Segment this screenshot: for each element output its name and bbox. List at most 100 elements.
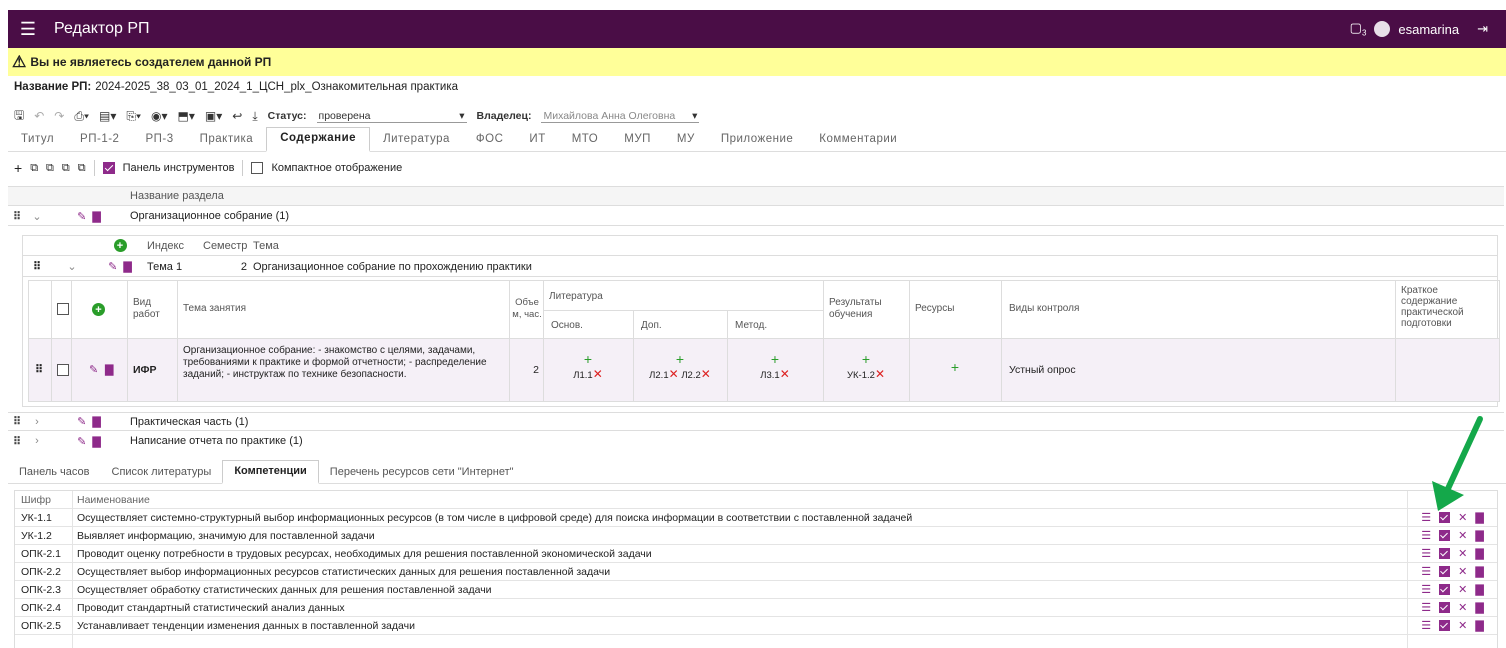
logout-icon[interactable]: ⇥ (1477, 21, 1488, 37)
export-icon[interactable]: ⬒▾ (178, 109, 195, 123)
documents-icon[interactable]: ▢3 (1350, 20, 1367, 38)
checkbox-icon[interactable] (1439, 566, 1451, 577)
chevron-down-icon[interactable]: ⌄ (26, 210, 48, 223)
checklist-icon[interactable]: ☰ (1421, 601, 1431, 614)
add-resource-icon[interactable]: + (909, 359, 1001, 375)
trash-icon[interactable]: ▇ (92, 415, 100, 428)
copy-icon[interactable]: ⧉ (46, 162, 54, 175)
copy-icon[interactable]: ⧉ (30, 162, 38, 175)
tab-comments[interactable]: Комментарии (806, 133, 910, 151)
close-icon[interactable]: ✕ (1458, 547, 1467, 560)
checklist-icon[interactable]: ☰ (1421, 583, 1431, 596)
lesson-row[interactable]: ⠿ ✎ ▇ ИФР Организационное собрание: - зн… (29, 339, 1499, 401)
add-topic-icon[interactable]: + (113, 239, 127, 252)
tab-mu[interactable]: МУ (664, 133, 708, 151)
user-name[interactable]: esamarina (1398, 22, 1459, 37)
trash-icon[interactable]: ▇ (92, 435, 100, 448)
download-icon[interactable]: ⤓ (252, 109, 257, 124)
pdf-icon[interactable]: ⎘▾ (126, 109, 141, 124)
print-icon[interactable]: ⎙▾ (74, 109, 89, 124)
edit-icon[interactable]: ✎ (108, 260, 117, 273)
menu-icon[interactable]: ☰ (8, 19, 48, 40)
tab-hours-panel[interactable]: Панель часов (8, 466, 101, 483)
tab-content[interactable]: Содержание (266, 127, 371, 152)
tab-title[interactable]: Титул (8, 133, 67, 151)
trash-icon[interactable]: ▇ (105, 363, 113, 376)
tab-literature-list[interactable]: Список литературы (101, 466, 223, 483)
tab-rp-3[interactable]: РП-3 (132, 133, 186, 151)
section-row[interactable]: ⠿ ⌄ ✎ ▇ Организационное собрание (1) (8, 207, 1504, 226)
table-row[interactable]: ОПК-2.1 Проводит оценку потребности в тр… (15, 545, 1497, 563)
edit-icon[interactable]: ✎ (77, 415, 86, 428)
edit-icon[interactable]: ✎ (77, 435, 86, 448)
drag-handle-icon[interactable]: ⠿ (8, 415, 26, 428)
tab-mup[interactable]: МУП (611, 133, 664, 151)
close-icon[interactable]: ✕ (1458, 601, 1467, 614)
copy-icon[interactable]: ⧉ (78, 162, 86, 175)
close-icon[interactable]: ✕ (1458, 619, 1467, 632)
table-row[interactable]: ОПК-2.4 Проводит стандартный статистичес… (15, 599, 1497, 617)
trash-icon[interactable]: ▇ (1475, 565, 1483, 578)
tab-fos[interactable]: ФОС (463, 133, 517, 151)
panel-checkbox[interactable] (102, 162, 115, 174)
return-icon[interactable]: ↩ (232, 109, 242, 123)
trash-icon[interactable]: ▇ (1475, 529, 1483, 542)
topic-row[interactable]: ⠿ ⌄ ✎ ▇ Тема 1 2 Организационное собрание… (23, 257, 1497, 277)
edit-icon[interactable]: ✎ (77, 210, 86, 223)
checkbox-icon[interactable] (1439, 602, 1451, 613)
add-icon[interactable]: + (14, 160, 22, 176)
tab-mto[interactable]: МТО (559, 133, 612, 151)
tab-rp-1-2[interactable]: РП-1-2 (67, 133, 132, 151)
save-icon[interactable]: 🖫 (14, 106, 24, 127)
word-icon[interactable]: ▤▾ (99, 109, 116, 123)
tab-practice[interactable]: Практика (187, 133, 267, 151)
tab-literature[interactable]: Литература (370, 133, 463, 151)
checklist-icon[interactable]: ☰ (1421, 565, 1431, 578)
chevron-right-icon[interactable]: › (26, 435, 48, 447)
lesson-checkbox[interactable] (57, 364, 69, 376)
tab-it[interactable]: ИТ (516, 133, 558, 151)
check-icon[interactable]: ◉▾ (151, 109, 168, 123)
add-lit-main-icon[interactable]: + (543, 351, 633, 367)
avatar[interactable] (1374, 21, 1391, 37)
table-row[interactable]: УК-1.2 Выявляет информацию, значимую для… (15, 527, 1497, 545)
add-lit-method-icon[interactable]: + (727, 351, 823, 367)
tab-internet-resources[interactable]: Перечень ресурсов сети "Интернет" (319, 466, 525, 483)
edit-icon[interactable]: ✎ (89, 363, 98, 376)
drag-handle-icon[interactable]: ⠿ (35, 363, 43, 376)
briefcase-icon[interactable]: ▣▾ (205, 109, 222, 123)
drag-handle-icon[interactable]: ⠿ (8, 435, 26, 448)
checkbox-icon[interactable] (1439, 584, 1451, 595)
checkbox-icon[interactable] (1439, 548, 1451, 559)
table-row[interactable]: ОПК-2.5 Устанавливает тенденции изменени… (15, 617, 1497, 635)
close-icon[interactable]: ✕ (1458, 529, 1467, 542)
add-result-icon[interactable]: + (823, 351, 909, 367)
remove-icon[interactable]: ✕ (875, 367, 885, 381)
copy-icon[interactable]: ⧉ (62, 162, 70, 175)
add-lit-add-icon[interactable]: + (633, 351, 727, 367)
drag-handle-icon[interactable]: ⠿ (8, 210, 26, 223)
owner-select[interactable]: Михайлова Анна Олеговна ▾ (541, 110, 700, 123)
table-row[interactable]: ОПК-2.2 Осуществляет выбор информационны… (15, 563, 1497, 581)
status-select[interactable]: проверена ▾ (316, 110, 467, 123)
chevron-right-icon[interactable]: › (26, 416, 48, 428)
remove-icon[interactable]: ✕ (780, 367, 790, 381)
checkbox-icon[interactable] (1439, 620, 1451, 631)
tab-appendix[interactable]: Приложение (708, 133, 806, 151)
drag-handle-icon[interactable]: ⠿ (23, 260, 51, 273)
trash-icon[interactable]: ▇ (1475, 601, 1483, 614)
add-lesson-icon[interactable]: + (92, 303, 105, 316)
select-all-checkbox[interactable] (57, 303, 69, 315)
close-icon[interactable]: ✕ (1458, 583, 1467, 596)
checklist-icon[interactable]: ☰ (1421, 547, 1431, 560)
remove-icon[interactable]: ✕ (669, 367, 679, 381)
section-row[interactable]: ⠿ › ✎ ▇ Практическая часть (1) (8, 412, 1504, 431)
chevron-down-icon[interactable]: ⌄ (51, 260, 93, 273)
table-row[interactable]: ОПК-2.3 Осуществляет обработку статистич… (15, 581, 1497, 599)
trash-icon[interactable]: ▇ (1475, 583, 1483, 596)
undo-icon[interactable]: ↶ (34, 109, 44, 123)
trash-icon[interactable]: ▇ (92, 210, 100, 223)
table-row[interactable]: УК-1.1 Осуществляет системно-структурный… (15, 509, 1497, 527)
checkbox-icon[interactable] (1439, 530, 1451, 541)
redo-icon[interactable]: ↷ (54, 109, 64, 123)
